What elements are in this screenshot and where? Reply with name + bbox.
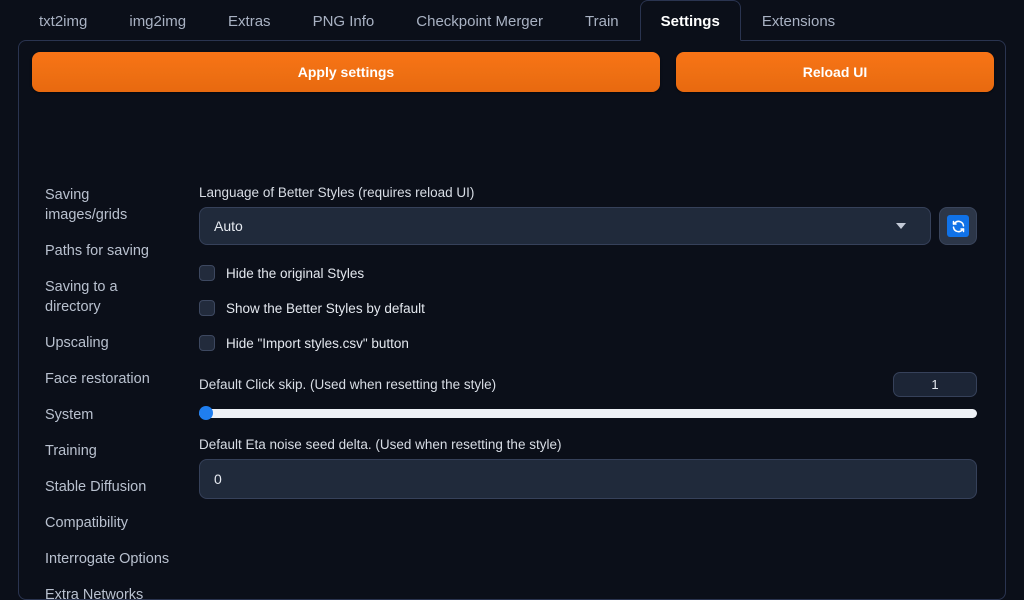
checkbox-label: Hide "Import styles.csv" button xyxy=(226,335,409,351)
apply-settings-button[interactable]: Apply settings xyxy=(32,52,660,92)
sidebar-item-face-restoration[interactable]: Face restoration xyxy=(45,369,175,389)
slider-thumb[interactable] xyxy=(199,406,213,420)
click-skip-value-input[interactable]: 1 xyxy=(893,372,977,397)
settings-sidebar: Saving images/grids Paths for saving Sav… xyxy=(19,141,181,600)
settings-checkbox-group: Hide the original Styles Show the Better… xyxy=(199,265,977,351)
checkbox-row-show-better-styles-by-default[interactable]: Show the Better Styles by default xyxy=(199,300,977,316)
refresh-icon xyxy=(947,215,969,237)
settings-main-column: Language of Better Styles (requires relo… xyxy=(181,141,1005,600)
checkbox-hide-original-styles[interactable] xyxy=(199,265,215,281)
tab-extras[interactable]: Extras xyxy=(207,0,292,41)
checkbox-label: Hide the original Styles xyxy=(226,265,365,281)
tab-img2img[interactable]: img2img xyxy=(108,0,207,41)
click-skip-slider-label: Default Click skip. (Used when resetting… xyxy=(199,376,497,392)
language-dropdown-row: Auto xyxy=(199,207,977,245)
click-skip-slider[interactable] xyxy=(199,406,977,420)
tab-train[interactable]: Train xyxy=(564,0,640,41)
checkbox-hide-import-styles-csv-button[interactable] xyxy=(199,335,215,351)
sidebar-item-training[interactable]: Training xyxy=(45,441,175,461)
eta-noise-seed-delta-input[interactable] xyxy=(199,459,977,499)
eta-noise-seed-delta-label: Default Eta noise seed delta. (Used when… xyxy=(199,437,562,452)
sidebar-item-system[interactable]: System xyxy=(45,405,175,425)
tab-txt2img[interactable]: txt2img xyxy=(18,0,108,41)
checkbox-show-better-styles-by-default[interactable] xyxy=(199,300,215,316)
slider-track xyxy=(199,408,977,418)
sidebar-item-extra-networks[interactable]: Extra Networks xyxy=(45,585,175,600)
tab-extensions[interactable]: Extensions xyxy=(741,0,856,41)
language-dropdown-value: Auto xyxy=(214,218,243,234)
tab-png-info[interactable]: PNG Info xyxy=(292,0,396,41)
sidebar-item-paths-for-saving[interactable]: Paths for saving xyxy=(45,241,175,261)
settings-action-bar: Apply settings Reload UI xyxy=(32,52,994,92)
checkbox-row-hide-original-styles[interactable]: Hide the original Styles xyxy=(199,265,977,281)
chevron-down-icon xyxy=(896,223,906,229)
checkbox-row-hide-import-styles-csv-button[interactable]: Hide "Import styles.csv" button xyxy=(199,335,977,351)
click-skip-slider-head: Default Click skip. (Used when resetting… xyxy=(199,372,977,397)
checkbox-label: Show the Better Styles by default xyxy=(226,300,425,316)
settings-panel: Apply settings Reload UI Saving images/g… xyxy=(18,40,1006,600)
tab-checkpoint-merger[interactable]: Checkpoint Merger xyxy=(395,0,564,41)
sidebar-item-interrogate-options[interactable]: Interrogate Options xyxy=(45,549,175,569)
reload-ui-button[interactable]: Reload UI xyxy=(676,52,994,92)
sidebar-item-upscaling[interactable]: Upscaling xyxy=(45,333,175,353)
language-field-label: Language of Better Styles (requires relo… xyxy=(199,185,475,200)
sidebar-item-compatibility[interactable]: Compatibility xyxy=(45,513,175,533)
click-skip-slider-block: Default Click skip. (Used when resetting… xyxy=(199,372,977,420)
sidebar-item-saving-images-grids[interactable]: Saving images/grids xyxy=(45,185,175,225)
tab-settings[interactable]: Settings xyxy=(639,0,741,41)
language-dropdown[interactable]: Auto xyxy=(199,207,931,245)
main-tabbar: txt2img img2img Extras PNG Info Checkpoi… xyxy=(0,0,1024,41)
settings-body: Saving images/grids Paths for saving Sav… xyxy=(19,141,1005,600)
language-refresh-button[interactable] xyxy=(939,207,977,245)
eta-noise-seed-delta-block: Default Eta noise seed delta. (Used when… xyxy=(199,437,977,499)
sidebar-item-saving-to-a-directory[interactable]: Saving to a directory xyxy=(45,277,175,317)
sidebar-item-stable-diffusion[interactable]: Stable Diffusion xyxy=(45,477,175,497)
